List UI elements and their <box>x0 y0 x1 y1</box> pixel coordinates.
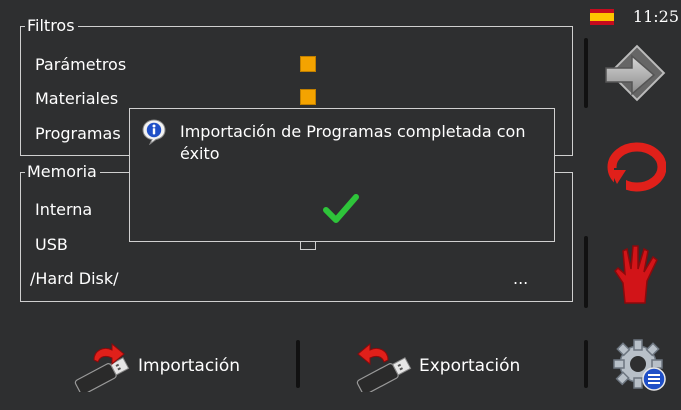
memory-usb-label: USB <box>35 235 68 254</box>
filter-materiales-label: Materiales <box>35 89 119 108</box>
toolbar-separator-2 <box>584 340 588 388</box>
filter-parametros-checkbox[interactable] <box>300 56 316 72</box>
filter-materiales-checkbox[interactable] <box>300 89 316 105</box>
info-icon <box>142 119 166 146</box>
clock-time: 11:25 <box>632 7 679 26</box>
checkmark-icon[interactable] <box>323 191 359 227</box>
filters-title: Filtros <box>25 16 78 36</box>
export-button[interactable]: Exportación <box>348 336 538 396</box>
stop-hand-icon[interactable] <box>611 243 663 305</box>
usb-import-icon <box>68 340 134 396</box>
browse-path-button[interactable]: ... <box>513 269 528 289</box>
toolbar-separator-1 <box>296 340 300 388</box>
settings-gear-icon[interactable] <box>610 338 670 394</box>
memory-title: Memoria <box>25 162 100 182</box>
import-label: Importación <box>138 356 241 376</box>
right-panel-separator-top <box>584 38 588 108</box>
spain-flag-icon <box>590 9 614 25</box>
filter-programas-label: Programas <box>35 124 121 143</box>
import-complete-dialog: Importación de Programas completada con … <box>129 108 555 242</box>
filter-parametros-label: Parámetros <box>35 55 127 74</box>
refresh-icon[interactable] <box>606 140 667 196</box>
dialog-message: Importación de Programas completada con … <box>180 122 526 163</box>
enter-arrow-icon[interactable] <box>598 42 672 112</box>
usb-export-icon <box>348 340 418 396</box>
import-button[interactable]: Importación <box>68 336 258 396</box>
export-label: Exportación <box>419 356 521 376</box>
memory-path: /Hard Disk/ <box>30 269 119 288</box>
right-panel-separator-bottom <box>584 236 588 308</box>
memory-interna-label: Interna <box>35 200 93 219</box>
